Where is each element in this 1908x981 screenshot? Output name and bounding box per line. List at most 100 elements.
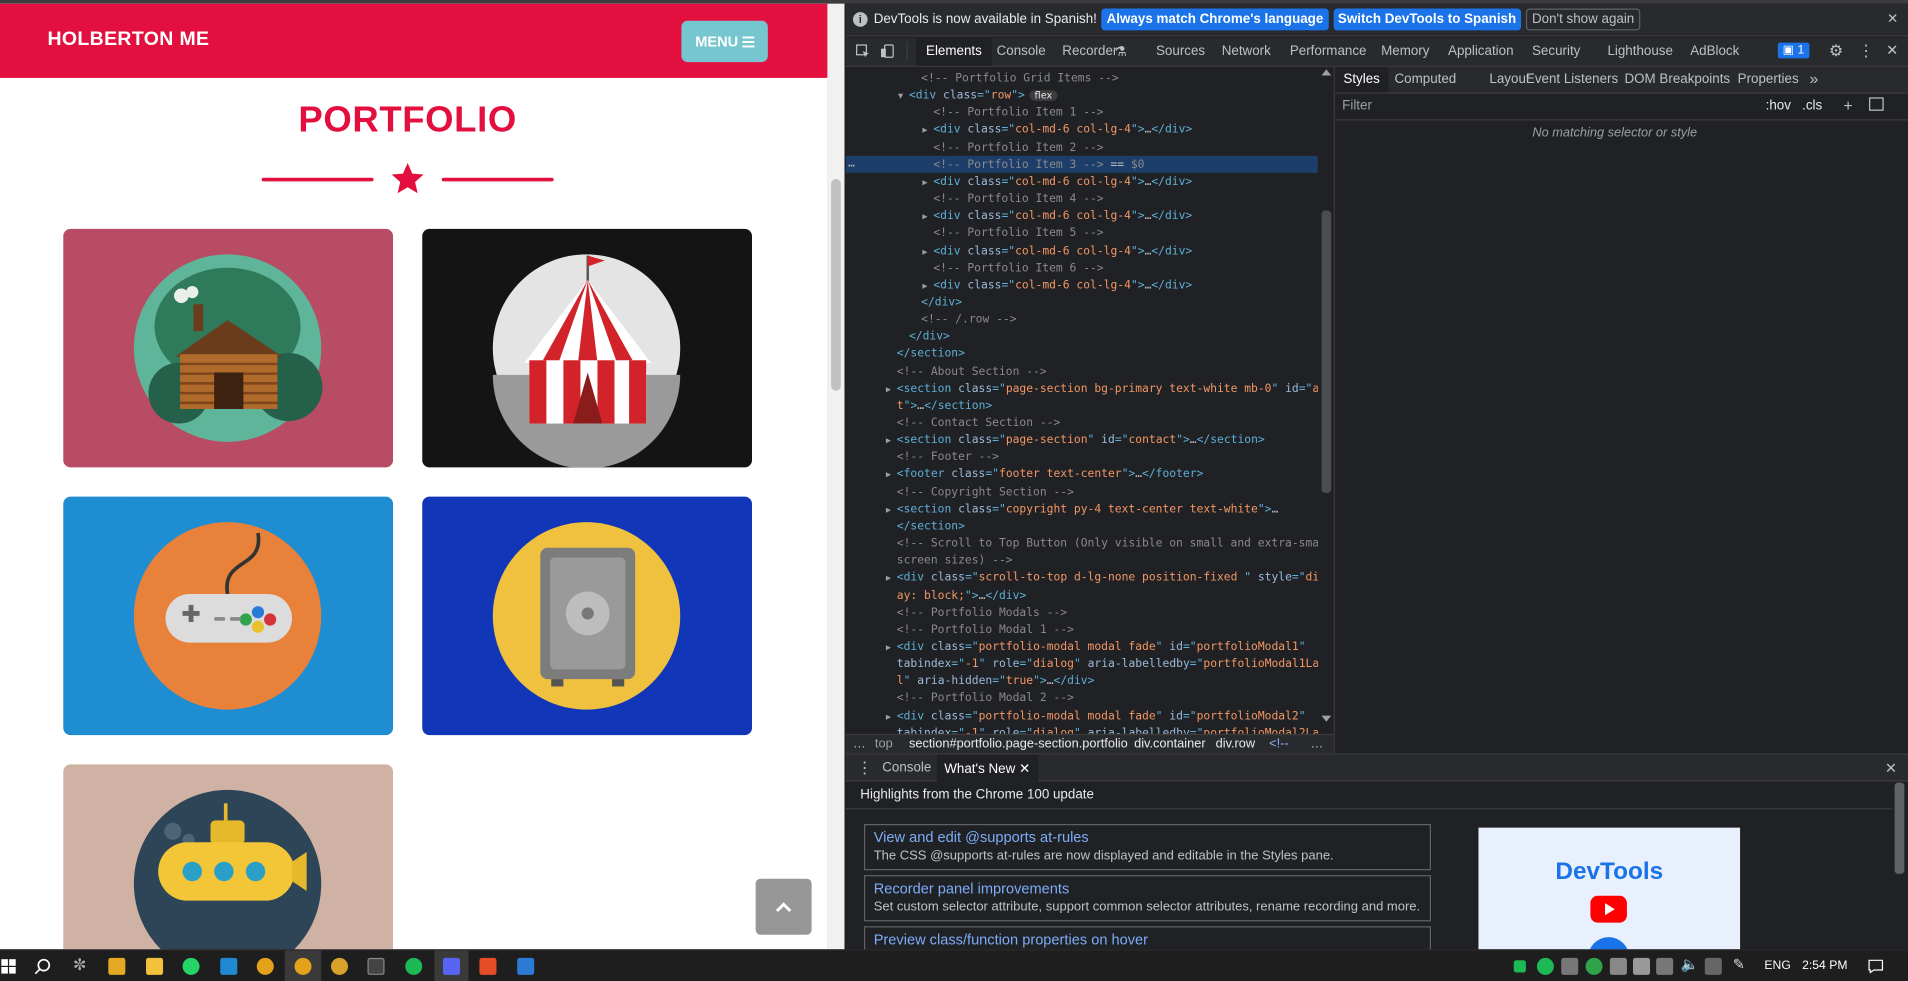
- page-scrollbar-thumb[interactable]: [831, 178, 841, 391]
- chrome-icon[interactable]: [256, 957, 274, 975]
- dom-node-line[interactable]: <!-- Portfolio Item 4 -->: [933, 191, 1103, 208]
- tab-elements[interactable]: Elements: [916, 37, 992, 66]
- toggle-sidebar-icon[interactable]: [1869, 97, 1884, 111]
- expand-closed-icon[interactable]: ▶: [886, 708, 891, 725]
- expand-closed-icon[interactable]: ▶: [886, 639, 891, 656]
- dom-node-line[interactable]: <!-- Portfolio Item 1 -->: [933, 105, 1103, 122]
- expand-closed-icon[interactable]: ▶: [886, 467, 891, 484]
- settings-gear-icon[interactable]: ⚙: [1829, 41, 1843, 60]
- tab-lighthouse[interactable]: Lighthouse: [1607, 44, 1673, 59]
- spotify-icon[interactable]: [405, 957, 423, 975]
- app-icon[interactable]: [479, 957, 497, 975]
- whats-new-item-title[interactable]: Preview class/function properties on hov…: [874, 931, 1148, 948]
- tab-memory[interactable]: Memory: [1381, 44, 1429, 59]
- expand-open-icon[interactable]: ▼: [898, 88, 903, 105]
- tray-icon[interactable]: [1632, 957, 1651, 975]
- network-icon[interactable]: [1656, 957, 1674, 975]
- tab-properties[interactable]: Properties: [1738, 72, 1799, 87]
- drawer-tab-console[interactable]: Console: [882, 761, 931, 776]
- breadcrumb-top[interactable]: top: [875, 736, 893, 751]
- expand-closed-icon[interactable]: ▶: [922, 277, 927, 294]
- inspect-element-icon[interactable]: [855, 44, 870, 59]
- dom-node-line[interactable]: <!-- Contact Section -->: [897, 415, 1060, 432]
- whats-new-video-thumbnail[interactable]: DevTools: [1478, 827, 1741, 950]
- breadcrumb-section[interactable]: section#portfolio.page-section.portfolio: [909, 736, 1128, 751]
- expand-closed-icon[interactable]: ▶: [922, 174, 927, 191]
- scroll-up-arrow-icon[interactable]: [1320, 67, 1332, 77]
- menu-button[interactable]: MENU: [681, 20, 768, 63]
- whatsapp-icon[interactable]: [182, 957, 200, 975]
- scroll-down-arrow-icon[interactable]: [1320, 714, 1332, 724]
- dont-show-again-button[interactable]: Don't show again: [1525, 8, 1641, 31]
- app-icon[interactable]: [517, 957, 535, 975]
- drawer-menu-icon[interactable]: ⋮: [857, 758, 873, 777]
- dom-node-line[interactable]: screen sizes) -->: [897, 553, 1013, 570]
- whats-new-item[interactable]: View and edit @supports at-rules The CSS…: [863, 823, 1432, 871]
- notifications-icon[interactable]: [1868, 959, 1884, 974]
- dom-node-line[interactable]: <!-- Portfolio Modal 1 -->: [897, 622, 1074, 639]
- dom-node-line[interactable]: ▶ <div class="col-md-6 col-lg-4">…</div>: [922, 122, 1192, 139]
- dom-node-line[interactable]: t">…</section>: [897, 398, 992, 415]
- dom-node-line[interactable]: ay: block;">…</div>: [897, 587, 1026, 604]
- tray-icon[interactable]: [1561, 957, 1579, 975]
- dom-node-line[interactable]: <!-- Portfolio Item 5 -->: [933, 226, 1103, 243]
- hov-toggle[interactable]: :hov: [1766, 99, 1791, 114]
- dom-node-line[interactable]: </div>: [921, 294, 962, 311]
- tab-console[interactable]: Console: [997, 44, 1046, 59]
- whats-new-item[interactable]: Recorder panel improvements Set custom s…: [863, 875, 1432, 922]
- dom-node-line[interactable]: ▶ <div class="col-md-6 col-lg-4">…</div>: [922, 208, 1192, 225]
- device-toolbar-icon[interactable]: [880, 44, 896, 59]
- dom-node-line[interactable]: ▶ <div class="col-md-6 col-lg-4">…</div>: [922, 174, 1192, 191]
- tab-adblock[interactable]: AdBlock: [1690, 44, 1739, 59]
- clock[interactable]: 2:54 PM: [1802, 959, 1847, 972]
- tab-styles[interactable]: Styles: [1334, 66, 1389, 93]
- calendar-app-icon[interactable]: [108, 957, 126, 975]
- tab-recorder[interactable]: Recorder: [1062, 44, 1117, 59]
- whats-new-item-title[interactable]: Recorder panel improvements: [874, 880, 1070, 897]
- discord-icon[interactable]: [442, 957, 460, 975]
- tab-sources[interactable]: Sources: [1156, 44, 1205, 59]
- cortana-icon[interactable]: ✼: [73, 955, 86, 974]
- tab-dom-breakpoints[interactable]: DOM Breakpoints: [1624, 72, 1730, 87]
- dom-node-line[interactable]: </div>: [909, 329, 950, 346]
- expand-closed-icon[interactable]: ▶: [922, 122, 927, 139]
- breadcrumb-container[interactable]: div.container: [1134, 736, 1206, 751]
- breadcrumb-comment[interactable]: <!--: [1269, 736, 1289, 751]
- file-explorer-icon[interactable]: [146, 957, 164, 975]
- expand-closed-icon[interactable]: ▶: [886, 432, 891, 449]
- tab-application[interactable]: Application: [1448, 44, 1514, 59]
- tray-icon[interactable]: [1513, 960, 1526, 973]
- tray-icon[interactable]: [1704, 957, 1722, 975]
- tab-computed[interactable]: Computed: [1394, 72, 1456, 87]
- tab-event-listeners[interactable]: Event Listeners: [1526, 72, 1618, 87]
- tab-network[interactable]: Network: [1222, 44, 1271, 59]
- expand-closed-icon[interactable]: ▶: [922, 243, 927, 260]
- brand-link[interactable]: HOLBERTON ME: [47, 29, 209, 51]
- tray-icon[interactable]: [1585, 957, 1603, 975]
- dom-node-line[interactable]: ▶ <footer class="footer text-center">…</f…: [886, 467, 1204, 484]
- whats-new-item-title[interactable]: View and edit @supports at-rules: [874, 829, 1089, 846]
- tab-layout[interactable]: Layout: [1489, 72, 1529, 87]
- expand-closed-icon[interactable]: ▶: [886, 381, 891, 398]
- breadcrumb-more-icon[interactable]: …: [1311, 736, 1324, 751]
- dom-node-line[interactable]: <!-- Portfolio Item 3 --> == $0: [933, 157, 1144, 174]
- expand-closed-icon[interactable]: ▶: [922, 208, 927, 225]
- close-tab-icon[interactable]: ✕: [1019, 762, 1030, 777]
- dom-node-line[interactable]: ▶ <section class="copyright py-4 text-cen…: [886, 501, 1278, 518]
- scroll-to-top-button[interactable]: [755, 878, 812, 935]
- vscode-icon[interactable]: [220, 957, 238, 975]
- portfolio-item-cabin[interactable]: [63, 228, 394, 468]
- terminal-icon[interactable]: [367, 957, 385, 975]
- volume-icon[interactable]: 🔈: [1680, 955, 1698, 972]
- elements-dom-tree[interactable]: <!-- Portfolio Grid Items --> ▼ <div class…: [845, 66, 1318, 734]
- dom-node-line[interactable]: ▶ <section class="page-section bg-primary…: [886, 381, 1318, 398]
- tab-security[interactable]: Security: [1532, 44, 1580, 59]
- styles-filter-input[interactable]: Filter: [1342, 99, 1372, 114]
- close-devtools-icon[interactable]: ✕: [1886, 41, 1898, 58]
- dom-node-line[interactable]: <!-- Footer -->: [897, 449, 999, 466]
- flex-badge[interactable]: flex: [1029, 90, 1058, 102]
- more-options-icon[interactable]: ⋮: [1858, 41, 1874, 60]
- dom-node-line[interactable]: tabindex="-1" role="dialog" aria-labelle…: [897, 725, 1318, 734]
- dom-node-line[interactable]: <!-- Portfolio Modals -->: [897, 604, 1067, 621]
- dom-node-line[interactable]: <!-- /.row -->: [921, 312, 1016, 329]
